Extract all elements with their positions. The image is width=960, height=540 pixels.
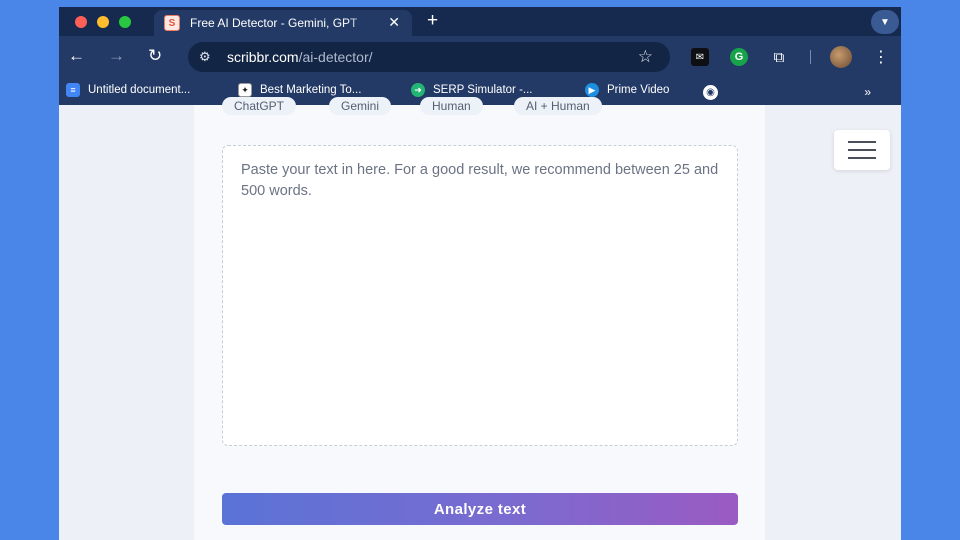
serp-icon: ➜ — [411, 83, 425, 97]
maximize-window-button[interactable] — [119, 16, 131, 28]
page-content: ChatGPT Gemini Human AI + Human Paste yo… — [59, 97, 901, 540]
bookmark-label: Untitled document... — [88, 84, 191, 96]
hamburger-line — [848, 157, 876, 159]
new-tab-button[interactable]: + — [427, 10, 438, 32]
reload-icon[interactable]: ↻ — [148, 46, 162, 66]
sample-chips: ChatGPT Gemini Human AI + Human — [194, 97, 765, 117]
browser-toolbar: ← → ↻ ⚙ scribbr.com/ai-detector/ ☆ ✉ G ⧉… — [59, 36, 901, 79]
url-domain: scribbr.com — [227, 49, 299, 65]
text-input-area[interactable]: Paste your text in here. For a good resu… — [222, 145, 738, 446]
chip-chatgpt[interactable]: ChatGPT — [222, 97, 297, 115]
marketing-icon: ✦ — [238, 83, 252, 97]
grammarly-extension-icon[interactable]: G — [730, 48, 748, 66]
url-text[interactable]: scribbr.com/ai-detector/ — [227, 49, 373, 65]
analyze-text-button[interactable]: Analyze text — [222, 493, 738, 525]
more-menu-icon[interactable]: ⋮ — [872, 48, 890, 66]
url-path: /ai-detector/ — [298, 49, 373, 65]
bookmark-label: Prime Video — [607, 84, 670, 96]
ai-detector-card: ChatGPT Gemini Human AI + Human Paste yo… — [194, 97, 765, 540]
close-window-button[interactable] — [75, 16, 87, 28]
chip-ai-human[interactable]: AI + Human — [514, 97, 602, 115]
minimize-window-button[interactable] — [97, 16, 109, 28]
forward-arrow-icon[interactable]: → — [108, 46, 125, 66]
close-icon[interactable]: ✕ — [388, 14, 400, 31]
tab-ai-detector[interactable]: S Free AI Detector - Gemini, GPT ✕ — [154, 10, 412, 36]
address-bar[interactable]: ⚙ scribbr.com/ai-detector/ ☆ — [188, 42, 670, 72]
prime-video-icon: ▶ — [585, 83, 599, 97]
chip-human[interactable]: Human — [420, 97, 483, 115]
browser-window: S Free AI Detector - Gemini, GPT ✕ + ▼ ←… — [59, 7, 901, 540]
tab-strip: S Free AI Detector - Gemini, GPT ✕ + ▼ — [59, 7, 901, 36]
hamburger-menu-icon[interactable] — [834, 130, 890, 170]
bookmark-star-icon[interactable]: ☆ — [638, 47, 653, 67]
mail-extension-icon[interactable]: ✉ — [691, 48, 709, 66]
tab-search-chevron-icon[interactable]: ▼ — [871, 10, 899, 34]
bookmark-label: Best Marketing To... — [260, 84, 362, 96]
tab-title: Free AI Detector - Gemini, GPT — [190, 16, 358, 30]
hamburger-line — [848, 141, 876, 143]
docs-icon: ≡ — [66, 83, 80, 97]
scribbr-favicon-icon: S — [164, 15, 180, 31]
bookmark-untitled-document[interactable]: ≡ Untitled document... — [66, 83, 190, 97]
bookmark-best-marketing[interactable]: ✦ Best Marketing To... — [238, 83, 361, 97]
back-arrow-icon[interactable]: ← — [68, 46, 85, 66]
extensions-puzzle-icon[interactable]: ⧉ — [770, 48, 788, 66]
hamburger-line — [848, 149, 876, 151]
toolbar-divider — [810, 50, 811, 64]
bookmarks-overflow-icon[interactable]: » — [864, 85, 871, 99]
bookmark-prime-video[interactable]: ▶ Prime Video — [585, 83, 669, 97]
bookmark-label: SERP Simulator -... — [433, 84, 533, 96]
profile-avatar[interactable] — [830, 46, 852, 68]
site-settings-icon[interactable]: ⚙ — [199, 49, 217, 65]
chip-gemini[interactable]: Gemini — [329, 97, 392, 115]
bookmark-serp-simulator[interactable]: ➜ SERP Simulator -... — [411, 83, 533, 97]
